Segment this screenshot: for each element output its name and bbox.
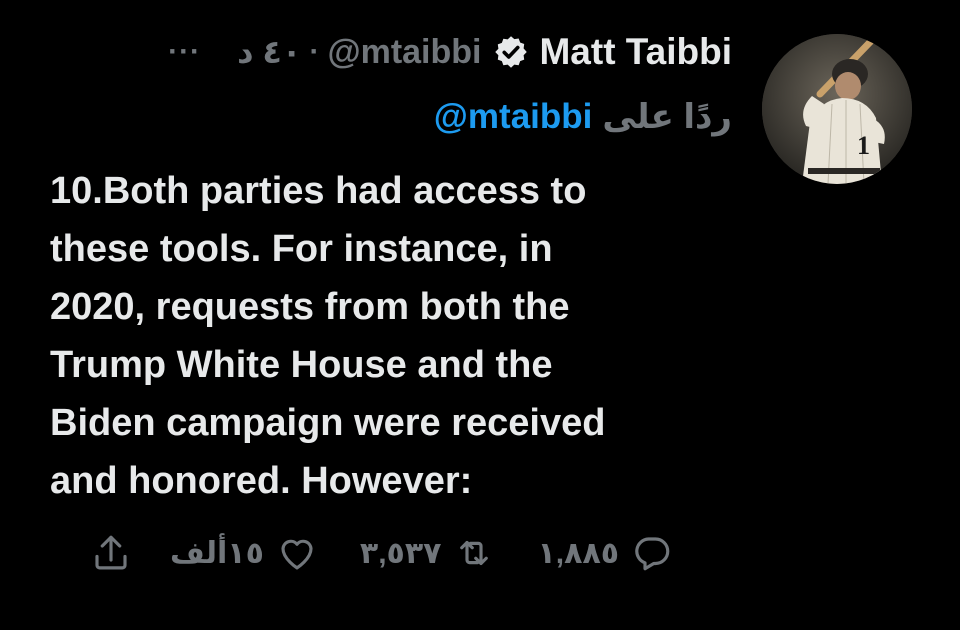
retweet-count: ٣,٥٣٧ (359, 536, 442, 570)
avatar[interactable]: 1 (762, 34, 912, 184)
retweet-icon (460, 540, 489, 566)
tweet-text: 10.Both parties had access to these tool… (50, 170, 606, 502)
like-button[interactable]: ١٥ألف (158, 532, 318, 574)
reply-icon (635, 537, 670, 571)
timestamp[interactable]: ٤٠ د (237, 33, 301, 71)
verified-badge-icon (495, 36, 528, 68)
like-count: ١٥ألف (170, 536, 264, 570)
reply-to-handle[interactable]: @mtaibbi (434, 97, 593, 137)
svg-text:1: 1 (857, 131, 870, 160)
share-icon (95, 535, 127, 570)
tweet: 1 ··· ٤٠ د · @mtaibbi Matt Taibbi @mtaib… (0, 0, 960, 630)
more-icon[interactable]: ··· (168, 37, 201, 67)
reply-to-label: ردًا على (602, 98, 732, 136)
reply-button[interactable]: ١,٨٨٥ (525, 532, 673, 574)
heart-icon (281, 539, 313, 570)
avatar-photo: 1 (762, 34, 912, 184)
action-bar: ١٥ألف ٣,٥٣٧ ١,٨٨٥ (90, 528, 673, 578)
author-handle[interactable]: @mtaibbi (327, 33, 481, 72)
author-name[interactable]: Matt Taibbi (539, 31, 732, 73)
reply-context: @mtaibbi ردًا على (434, 92, 732, 142)
separator-dot: · (309, 35, 320, 68)
reply-count: ١,٨٨٥ (537, 536, 620, 570)
share-button[interactable] (90, 532, 132, 574)
tweet-header: ··· ٤٠ د · @mtaibbi Matt Taibbi (168, 28, 732, 76)
retweet-button[interactable]: ٣,٥٣٧ (348, 532, 496, 574)
